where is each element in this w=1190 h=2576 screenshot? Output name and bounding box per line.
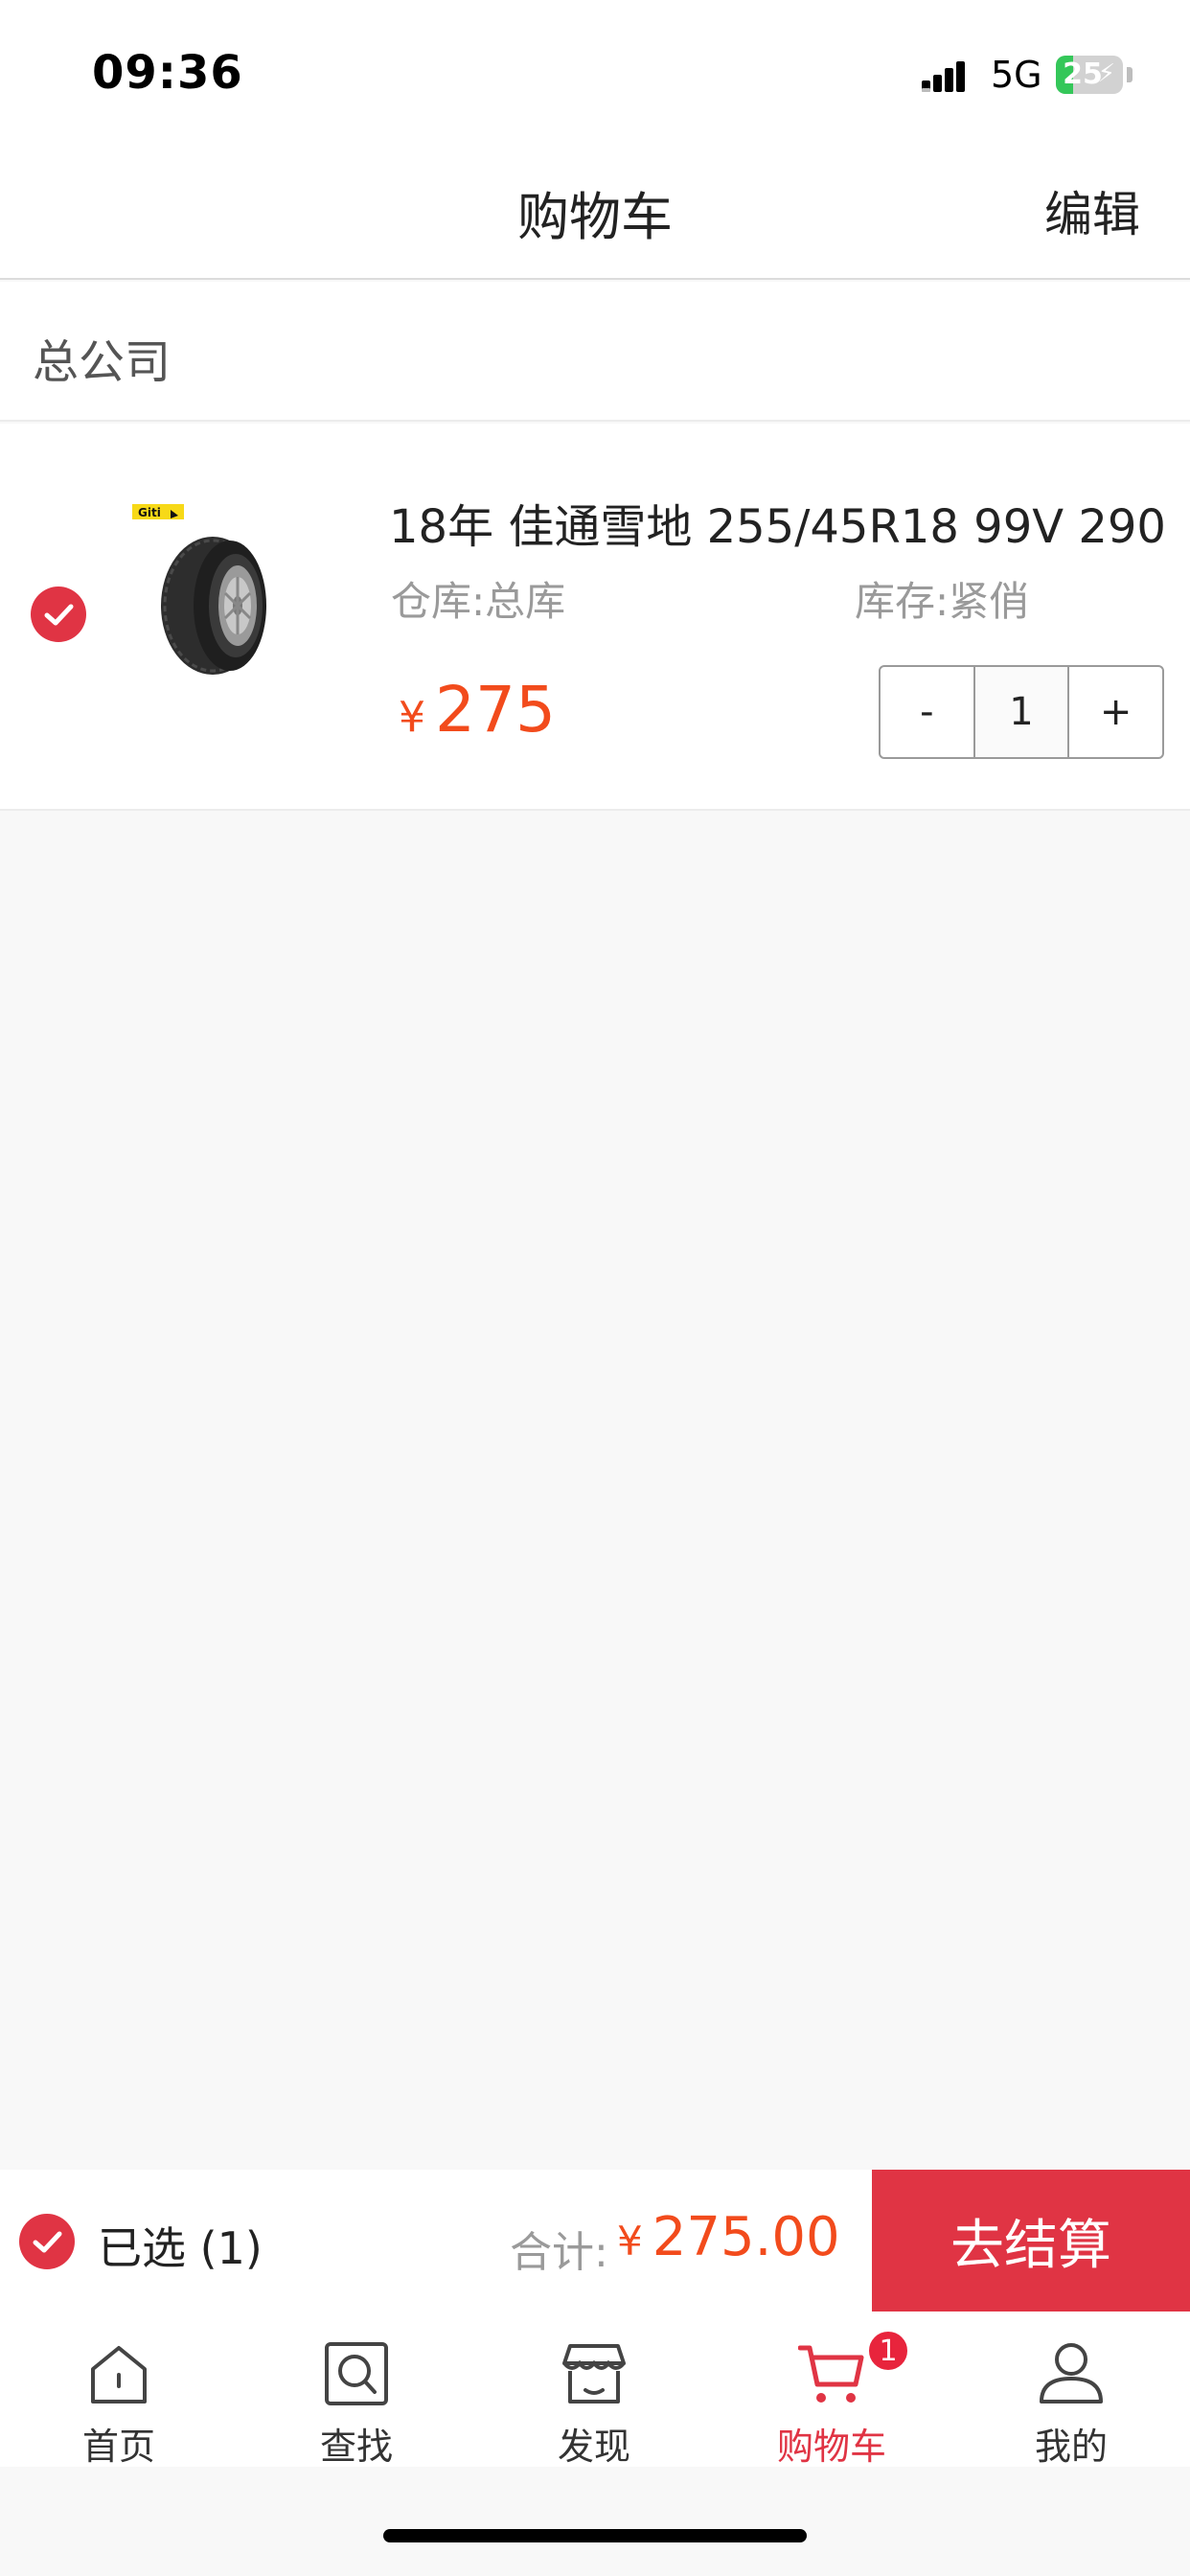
tab-discover[interactable]: 发现 <box>475 2313 713 2468</box>
quantity-input[interactable]: 1 <box>973 667 1070 757</box>
tab-profile[interactable]: 我的 <box>952 2313 1190 2468</box>
home-indicator[interactable] <box>383 2529 807 2542</box>
checkout-button[interactable]: 去结算 <box>872 2170 1190 2312</box>
item-select-checkbox[interactable] <box>31 586 86 642</box>
brand-logo-text: Giti <box>138 506 161 519</box>
currency-symbol: ¥ <box>399 693 425 742</box>
select-all-checkbox[interactable] <box>19 2214 75 2269</box>
increase-quantity-button[interactable]: + <box>1069 667 1162 757</box>
home-icon <box>91 2346 147 2404</box>
total-label: 合计: <box>510 2228 608 2277</box>
quantity-stepper: - 1 + <box>879 665 1164 759</box>
page-title: 购物车 <box>517 187 673 247</box>
nav-header: 购物车 编辑 <box>0 144 1190 280</box>
status-time: 09:36 <box>92 46 243 100</box>
stock-label: 库存:紧俏 <box>855 578 1030 625</box>
decrease-quantity-button[interactable]: - <box>881 667 973 757</box>
tab-cart[interactable]: 1 购物车 <box>713 2313 950 2468</box>
status-bar: 09:36 5G 25 ⚡ <box>0 0 1190 144</box>
cart-count-badge: 1 <box>866 2329 910 2373</box>
edit-button[interactable]: 编辑 <box>1044 176 1140 245</box>
tab-label: 发现 <box>557 2426 630 2468</box>
store-icon <box>562 2344 626 2404</box>
total-amount: 275.00 <box>652 2206 840 2268</box>
item-price: ¥275 <box>399 673 556 747</box>
tab-label: 我的 <box>1034 2426 1108 2468</box>
tab-home[interactable]: 首页 <box>0 2313 238 2468</box>
total-price: ¥275.00 <box>617 2206 840 2268</box>
product-title[interactable]: 18年 佳通雪地 255/45R18 99V 290 <box>389 489 1166 556</box>
tab-label: 查找 <box>319 2426 393 2468</box>
tab-label: 购物车 <box>776 2426 886 2468</box>
store-name: 总公司 <box>33 335 172 389</box>
currency-symbol: ¥ <box>617 2218 643 2265</box>
cart-icon <box>798 2345 864 2403</box>
network-label: 5G <box>991 54 1042 96</box>
warehouse-label: 仓库:总库 <box>391 578 566 625</box>
tire-product-image[interactable]: Giti <box>130 502 303 684</box>
search-icon <box>325 2342 388 2405</box>
tab-label: 首页 <box>81 2426 155 2468</box>
battery-icon: 25 ⚡ <box>1056 56 1123 94</box>
tab-search[interactable]: 查找 <box>238 2313 475 2468</box>
cart-item: Giti 18年 佳通雪地 255/45R18 99V 290 仓库:总库 库存… <box>0 424 1190 811</box>
store-header: 总公司 <box>0 282 1190 422</box>
signal-icon <box>922 61 965 92</box>
selected-count: 已选 (1) <box>98 2222 263 2274</box>
price-amount: 275 <box>435 673 556 747</box>
tab-bar: 首页 查找 发现 1 购物车 我的 <box>0 2313 1190 2468</box>
checkout-bar: 已选 (1) 合计: ¥275.00 去结算 <box>0 2170 1190 2313</box>
charging-bolt-icon: ⚡ <box>1097 59 1115 88</box>
battery-cap <box>1127 67 1133 82</box>
checkmark-icon <box>33 2231 62 2253</box>
checkmark-icon <box>44 604 74 626</box>
user-icon <box>1040 2343 1103 2404</box>
